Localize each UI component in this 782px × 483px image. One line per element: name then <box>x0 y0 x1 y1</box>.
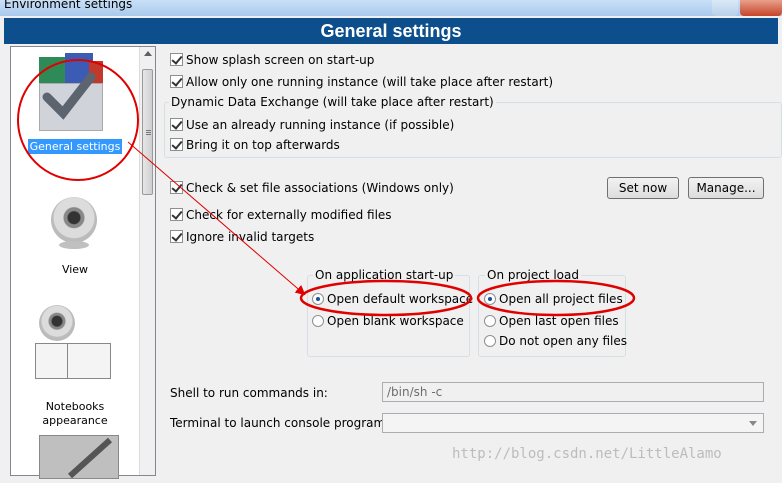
open-default-workspace-radio[interactable] <box>312 293 324 305</box>
scrollbar-thumb[interactable] <box>142 69 153 195</box>
project-load-group-caption: On project load <box>485 268 581 282</box>
maximize-button[interactable] <box>712 0 738 16</box>
ignore-invalid-label: Ignore invalid targets <box>186 230 315 244</box>
external-modified-checkbox[interactable] <box>170 208 183 221</box>
open-last-open-files-radio[interactable] <box>484 315 496 327</box>
open-all-project-files-row[interactable]: Open all project files <box>484 291 623 307</box>
sidebar-scrollbar[interactable] <box>139 47 155 475</box>
radio-label: Do not open any files <box>499 334 628 348</box>
ignore-invalid-row[interactable]: Ignore invalid targets <box>170 229 314 245</box>
folder-icon <box>67 343 111 379</box>
external-modified-label: Check for externally modified files <box>186 208 392 222</box>
radio-label: Open last open files <box>499 314 619 328</box>
splash-checkbox[interactable] <box>170 53 183 66</box>
window-titlebar: Environment settings <box>0 0 782 16</box>
notebooks-icon[interactable] <box>39 305 75 341</box>
sidebar-item-general-settings[interactable]: General settings <box>11 139 139 154</box>
window-title: Environment settings <box>4 0 133 11</box>
use-running-instance-checkbox[interactable] <box>170 118 183 131</box>
manage-button[interactable]: Manage... <box>688 177 764 199</box>
chevron-down-icon[interactable] <box>749 421 757 426</box>
category-list[interactable]: General settings View Notebooks appearan… <box>10 46 156 479</box>
do-not-open-files-row[interactable]: Do not open any files <box>484 333 627 349</box>
single-instance-label: Allow only one running instance (will ta… <box>186 75 554 89</box>
open-last-open-files-row[interactable]: Open last open files <box>484 313 619 329</box>
ignore-invalid-checkbox[interactable] <box>170 230 183 243</box>
open-blank-workspace-row[interactable]: Open blank workspace <box>312 313 464 329</box>
watermark-text: http://blog.csdn.net/LittleAlamo <box>452 446 722 462</box>
shell-command-input[interactable] <box>382 382 764 402</box>
open-all-project-files-radio[interactable] <box>484 293 496 305</box>
file-assoc-label: Check & set file associations (Windows o… <box>186 181 454 195</box>
bring-to-top-row[interactable]: Bring it on top afterwards <box>170 137 340 153</box>
close-button[interactable] <box>740 0 782 16</box>
single-instance-checkbox[interactable] <box>170 75 183 88</box>
bring-to-top-label: Bring it on top afterwards <box>186 138 340 152</box>
terminal-select[interactable] <box>382 413 764 433</box>
single-instance-checkbox-row[interactable]: Allow only one running instance (will ta… <box>170 74 553 90</box>
sidebar-item-label: Notebooks appearance <box>42 400 108 427</box>
scroll-up-icon[interactable] <box>144 51 152 56</box>
do-not-open-files-radio[interactable] <box>484 335 496 347</box>
dde-group-caption: Dynamic Data Exchange (will take place a… <box>169 95 496 109</box>
radio-label: Open default workspace <box>327 292 474 306</box>
external-modified-row[interactable]: Check for externally modified files <box>170 207 392 223</box>
general-settings-icon[interactable] <box>35 53 107 135</box>
page-title: General settings <box>4 18 778 44</box>
sidebar-item-label: General settings <box>27 139 123 154</box>
open-default-workspace-row[interactable]: Open default workspace <box>312 291 473 307</box>
radio-label: Open all project files <box>499 292 623 306</box>
file-assoc-checkbox[interactable] <box>170 181 183 194</box>
open-blank-workspace-radio[interactable] <box>312 315 324 327</box>
sidebar-item-label: View <box>61 263 89 276</box>
pen-tool-icon[interactable] <box>39 435 119 479</box>
sidebar-item-notebooks-appearance[interactable]: Notebooks appearance <box>11 385 139 429</box>
use-running-instance-label: Use an already running instance (if poss… <box>186 118 455 132</box>
sidebar-item-view[interactable]: View <box>11 262 139 277</box>
set-now-button[interactable]: Set now <box>607 177 679 199</box>
bring-to-top-checkbox[interactable] <box>170 138 183 151</box>
file-assoc-row[interactable]: Check & set file associations (Windows o… <box>170 180 454 196</box>
splash-label: Show splash screen on start-up <box>186 53 375 67</box>
webcam-icon[interactable] <box>51 197 97 243</box>
webcam-stand <box>59 241 89 249</box>
radio-label: Open blank workspace <box>327 314 464 328</box>
terminal-label: Terminal to launch console programs: <box>170 416 396 430</box>
startup-group-caption: On application start-up <box>313 268 456 282</box>
shell-label: Shell to run commands in: <box>170 386 328 400</box>
splash-checkbox-row[interactable]: Show splash screen on start-up <box>170 52 374 68</box>
use-running-instance-row[interactable]: Use an already running instance (if poss… <box>170 117 454 133</box>
